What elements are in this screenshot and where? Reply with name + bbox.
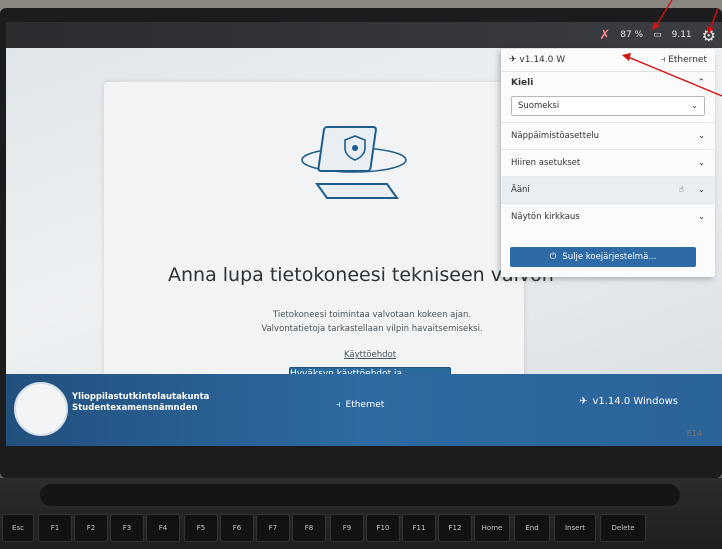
chevron-up-icon[interactable]: ⌃ — [697, 78, 705, 88]
panel-version: ✈ v1.14.0 W — [509, 55, 566, 65]
function-key-row: Esc F1 F2 F3 F4 F5 F6 F7 F8 F9 F10 F11 F… — [0, 514, 722, 549]
language-select-value: Suomeksi — [518, 101, 560, 111]
chevron-down-icon: ⌄ — [690, 101, 698, 111]
footer-network: ⫞ Ethernet — [336, 400, 384, 410]
key-delete[interactable]: Delete — [600, 514, 646, 542]
laptop-screen: ✗ 87 % ▭ 9.11 ⚙ Anna lupa tietokoneesi t… — [6, 22, 722, 446]
mouse-settings-label: Hiiren asetukset — [511, 158, 581, 168]
organization-name: Ylioppilastutkintolautakunta Studentexam… — [72, 392, 209, 414]
battery-icon: ▭ — [653, 30, 662, 40]
dialog-body: Tietokoneesi toimintaa valvotaan kokeen … — [252, 308, 492, 336]
key-f5[interactable]: F5 — [184, 514, 218, 542]
keyboard-layout-row[interactable]: Näppäimistöasettelu ⌄ — [501, 122, 715, 149]
key-end[interactable]: End — [514, 514, 550, 542]
chevron-down-icon: ⌄ — [697, 158, 705, 168]
footer-version-label: v1.14.0 Windows — [592, 396, 678, 407]
language-section: Kieli ⌃ Suomeksi ⌄ — [501, 72, 715, 122]
shutdown-button[interactable]: ⏻ Sulje koejärjestelmä... — [510, 247, 696, 267]
chevron-down-icon: ⌄ — [697, 212, 705, 222]
key-f4[interactable]: F4 — [146, 514, 180, 542]
key-f2[interactable]: F2 — [74, 514, 108, 542]
key-f11[interactable]: F11 — [402, 514, 436, 542]
dialog-body-line-1: Tietokoneesi toimintaa valvotaan kokeen … — [272, 310, 472, 320]
device-model-label: E14 — [686, 429, 702, 438]
power-icon: ⏻ — [549, 252, 557, 262]
sound-label: Ääni — [511, 185, 530, 195]
key-home[interactable]: Home — [474, 514, 510, 542]
system-top-bar: ✗ 87 % ▭ 9.11 ⚙ — [6, 22, 722, 48]
key-insert[interactable]: Insert — [554, 514, 596, 542]
language-select[interactable]: Suomeksi ⌄ — [511, 96, 705, 116]
key-esc[interactable]: Esc — [2, 514, 34, 542]
footer-ethernet-label: Ethernet — [345, 400, 385, 410]
brightness-row[interactable]: Näytön kirkkaus ⌄ — [501, 203, 715, 230]
key-f3[interactable]: F3 — [110, 514, 144, 542]
org-name-sv: Studentexamensnämnden — [72, 403, 198, 413]
ytl-logo — [14, 382, 68, 436]
clock: 9.11 — [671, 30, 692, 40]
laptop-hinge — [40, 484, 680, 506]
keyboard-layout-label: Näppäimistöasettelu — [511, 131, 600, 141]
dialog-body-line-2: Valvontatietoja tarkastellaan vilpin hav… — [261, 324, 483, 334]
sound-row-icons: ☝ ⌄ — [679, 185, 705, 195]
key-f8[interactable]: F8 — [292, 514, 326, 542]
consent-dialog: Anna lupa tietokoneesi tekniseen valvon … — [104, 82, 554, 391]
footer-bar: Ylioppilastutkintolautakunta Studentexam… — [6, 374, 722, 446]
key-f10[interactable]: F10 — [366, 514, 400, 542]
chevron-down-icon: ⌄ — [697, 131, 705, 141]
key-f1[interactable]: F1 — [38, 514, 72, 542]
ytl-mark-icon: ✈ — [509, 55, 520, 65]
key-f12[interactable]: F12 — [438, 514, 472, 542]
panel-ethernet: ⫞ Ethernet — [660, 55, 707, 65]
key-f6[interactable]: F6 — [220, 514, 254, 542]
ethernet-icon: ⫞ — [336, 400, 341, 410]
system-tray: ✗ 87 % ▭ 9.11 ⚙ — [599, 22, 716, 48]
battery-status: 87 % — [620, 30, 644, 40]
key-f7[interactable]: F7 — [256, 514, 290, 542]
chevron-down-icon: ⌄ — [697, 185, 705, 195]
key-f9[interactable]: F9 — [330, 514, 364, 542]
sound-row[interactable]: Ääni ☝ ⌄ — [501, 176, 715, 203]
hand-cursor-icon: ☝ — [678, 185, 684, 195]
gear-icon[interactable]: ⚙ — [702, 26, 716, 45]
laptop-monitoring-illustration — [301, 126, 407, 199]
settings-panel: ✈ v1.14.0 W ⫞ Ethernet Kieli ⌃ Suomeksi … — [501, 49, 715, 277]
footer-version: ✈ v1.14.0 Windows — [579, 396, 678, 407]
brightness-label: Näytön kirkkaus — [511, 212, 580, 222]
org-name-fi: Ylioppilastutkintolautakunta — [72, 392, 210, 402]
mouse-settings-row[interactable]: Hiiren asetukset ⌄ — [501, 149, 715, 176]
network-disconnected-icon[interactable]: ✗ — [599, 28, 610, 43]
panel-header: ✈ v1.14.0 W ⫞ Ethernet — [501, 49, 715, 72]
terms-link[interactable]: Käyttöehdot — [340, 350, 400, 360]
language-label: Kieli — [511, 78, 534, 88]
ytl-mark-icon: ✈ — [579, 396, 588, 407]
shutdown-label: Sulje koejärjestelmä... — [562, 252, 657, 262]
